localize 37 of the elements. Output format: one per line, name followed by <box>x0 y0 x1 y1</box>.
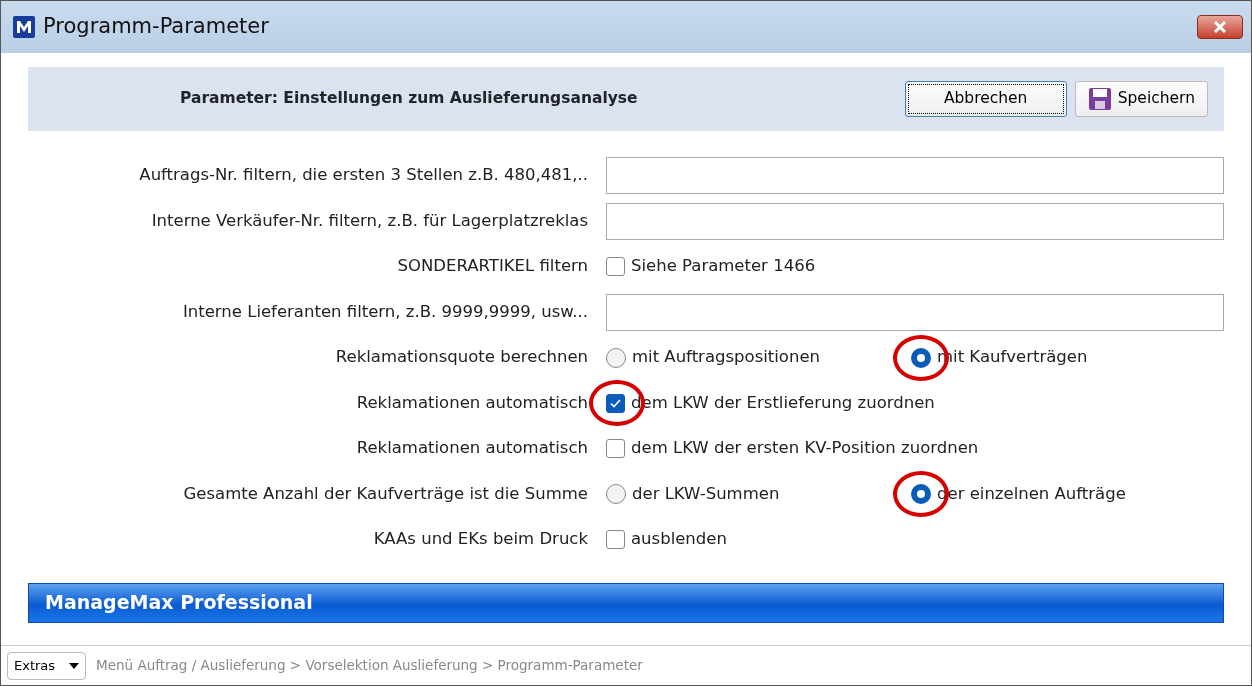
checkmark-icon <box>610 398 621 408</box>
radio-button[interactable] <box>911 484 931 505</box>
checkbox-label: Siehe Parameter 1466 <box>631 255 816 278</box>
checkbox[interactable] <box>606 439 625 459</box>
field-label: SONDERARTIKEL filtern <box>396 255 589 278</box>
field-label: Reklamationsquote berechnen <box>334 346 589 369</box>
cancel-button[interactable]: Abbrechen <box>904 81 1067 117</box>
checkbox-label: dem LKW der ersten KV-Position zuordnen <box>631 437 979 460</box>
radio-label: mit Auftragspositionen <box>632 346 821 369</box>
text-input-field[interactable] <box>606 293 1224 331</box>
radio-button[interactable] <box>606 347 626 368</box>
field-label: Reklamationen automatisch <box>355 437 589 460</box>
window-title: Programm-Parameter <box>43 13 269 41</box>
close-button[interactable] <box>1197 15 1243 39</box>
breadcrumb-path: Menü Auftrag / Auslieferung > Vorselektion Auslieferung > Programm-Parameter <box>96 656 643 676</box>
field-label: KAAs und EKs beim Druck <box>372 528 589 551</box>
text-input-field[interactable] <box>606 157 1224 195</box>
field-label: Interne Verkäufer-Nr. filtern, z.B. für Lagerplatzreklas <box>150 209 589 232</box>
caret-icon <box>69 662 80 669</box>
field-label: Gesamte Anzahl der Kaufverträge ist die Summe <box>182 482 589 505</box>
field-label: Interne Lieferanten filtern, z.B. 9999,9999, usw... <box>181 300 589 323</box>
radio-button[interactable] <box>911 347 931 368</box>
checkbox[interactable] <box>606 530 625 550</box>
save-button[interactable]: Speichern <box>1074 81 1208 117</box>
field-label: Auftrags-Nr. filtern, die ersten 3 Stellen z.B. 480,481,.. <box>138 164 589 187</box>
panel-title: Parameter: Einstellungen zum Auslieferungsanalyse <box>180 88 638 110</box>
product-banner: ManageMax Professional <box>28 582 1224 623</box>
radio-label: der LKW-Summen <box>632 482 780 505</box>
field-label: Reklamationen automatisch <box>355 391 589 414</box>
radio-button[interactable] <box>606 484 626 505</box>
checkbox[interactable] <box>606 393 625 413</box>
app-logo-icon <box>13 16 35 38</box>
text-input-field[interactable] <box>606 202 1224 240</box>
close-icon <box>1213 21 1227 33</box>
extras-dropdown[interactable]: Extras <box>7 651 87 680</box>
checkbox[interactable] <box>606 257 625 277</box>
checkbox-label: ausblenden <box>631 528 727 551</box>
